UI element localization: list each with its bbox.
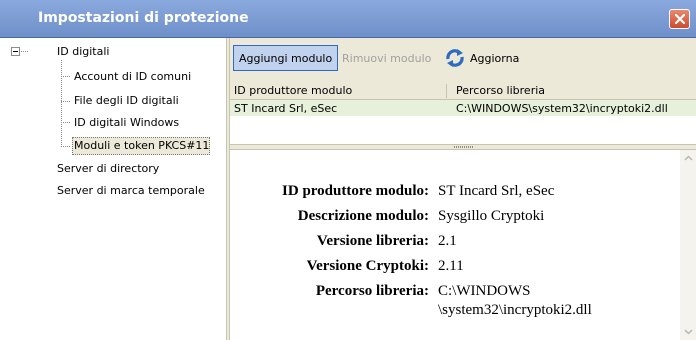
window-title: Impostazioni di protezione [38, 10, 249, 26]
scroll-up-button[interactable] [680, 150, 696, 166]
tree-item-directory-servers[interactable]: Server di directory [57, 162, 159, 175]
tree-item-digital-ids[interactable]: ID digitali [57, 45, 109, 58]
collapse-toggle[interactable] [11, 47, 20, 56]
tree-connector [21, 51, 29, 52]
title-bar[interactable]: Impostazioni di protezione [0, 0, 696, 38]
detail-label-path: Percorso libreria: [315, 283, 429, 299]
tree-item-timestamp-servers[interactable]: Server di marca temporale [57, 184, 205, 197]
close-button[interactable] [669, 9, 690, 29]
column-separator[interactable] [446, 84, 447, 98]
grip-icon [454, 146, 474, 148]
tree-connector [61, 60, 62, 147]
tree-item-digital-id-files[interactable]: File degli ID digitali [74, 94, 179, 107]
scroll-down-button[interactable] [680, 324, 696, 340]
detail-value-library-version: 2.1 [438, 233, 457, 249]
security-settings-window: Impostazioni di protezione ID digitali A… [0, 0, 696, 340]
detail-value-path-line1: C:\WINDOWS [438, 283, 531, 299]
column-header-path[interactable]: Percorso libreria [456, 84, 545, 97]
refresh-icon [446, 49, 464, 67]
close-icon [674, 13, 685, 25]
refresh-label: Aggiorna [470, 51, 520, 65]
details-scrollbar[interactable] [680, 150, 696, 340]
cell-manufacturer: ST Incard Srl, eSec [234, 102, 338, 115]
detail-label-description: Descrizione modulo: [297, 208, 429, 224]
module-pane: Aggiungi modulo Rimuovi modulo Aggiorna … [230, 38, 696, 340]
column-header-manufacturer[interactable]: ID produttore modulo [234, 84, 352, 97]
tree-connector [61, 101, 70, 102]
chevron-up-icon [683, 155, 693, 161]
chevron-down-icon [683, 329, 693, 335]
detail-label-manufacturer: ID produttore modulo: [282, 183, 429, 199]
detail-label-library-version: Versione libreria: [316, 233, 429, 249]
toolbar: Aggiungi modulo Rimuovi modulo Aggiorna [230, 38, 696, 82]
tree-connector [61, 146, 70, 147]
detail-label-cryptoki-version: Versione Cryptoki: [306, 258, 429, 274]
detail-value-description: Sysgillo Cryptoki [438, 208, 545, 224]
tree-item-pkcs11-modules[interactable]: Moduli e token PKCS#11 [74, 139, 209, 152]
tree-connector [61, 76, 70, 77]
tree-item-windows-digital-ids[interactable]: ID digitali Windows [74, 116, 179, 129]
detail-value-cryptoki-version: 2.11 [438, 258, 464, 274]
detail-value-path-line2: \system32\incryptoki2.dll [438, 302, 592, 318]
modules-table-header: ID produttore modulo Percorso libreria [230, 82, 696, 100]
tree-item-common-id-accounts[interactable]: Account di ID comuni [74, 70, 191, 83]
detail-value-manufacturer: ST Incard Srl, eSec [438, 183, 555, 199]
tree-connector [61, 122, 70, 123]
table-row[interactable]: ST Incard Srl, eSec C:\WINDOWS\system32\… [230, 100, 696, 116]
modules-table: ST Incard Srl, eSec C:\WINDOWS\system32\… [230, 100, 696, 144]
add-module-button[interactable]: Aggiungi modulo [233, 45, 339, 71]
module-details: ID produttore modulo: ST Incard Srl, eSe… [230, 150, 680, 340]
refresh-button[interactable]: Aggiorna [444, 45, 519, 71]
cell-path: C:\WINDOWS\system32\incryptoki2.dll [456, 102, 668, 115]
remove-module-button[interactable]: Rimuovi modulo [342, 45, 431, 71]
